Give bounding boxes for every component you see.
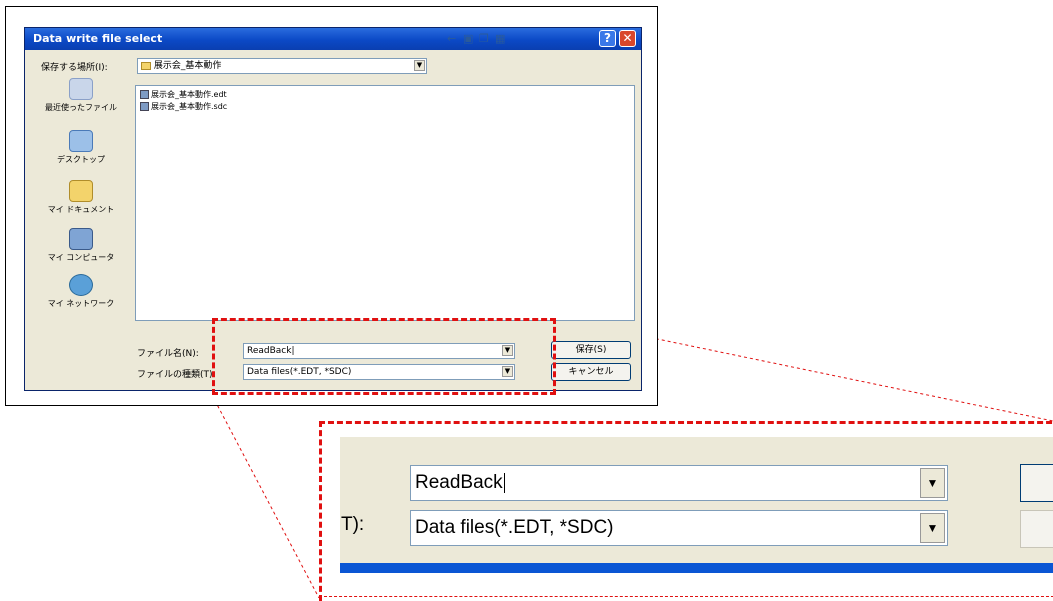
chevron-down-icon[interactable]: ▼ — [920, 468, 945, 498]
view-menu-icon[interactable]: ▦ — [495, 32, 505, 45]
network-icon — [69, 274, 93, 296]
list-item[interactable]: 展示会_基本動作.sdc — [140, 101, 227, 112]
zoom-filetype-label: T): — [341, 514, 365, 535]
close-icon[interactable]: ✕ — [619, 30, 636, 47]
place-label: 最近使ったファイル — [45, 103, 117, 112]
dialog-title: Data write file select — [33, 32, 163, 45]
save-in-value: 展示会_基本動作 — [153, 61, 222, 71]
file-icon — [140, 102, 149, 111]
chevron-down-icon[interactable]: ▼ — [414, 60, 425, 71]
zoom-filetype-select[interactable]: Data files(*.EDT, *SDC) ▼ — [410, 510, 948, 546]
up-folder-icon[interactable]: ▣ — [463, 32, 473, 45]
back-icon[interactable]: ← — [447, 32, 456, 45]
places-bar: 最近使ったファイル デスクトップ マイ ドキュメント マイ コンピュータ マイ … — [31, 78, 131, 338]
save-button[interactable]: 保存(S) — [551, 341, 631, 359]
place-label: マイ ネットワーク — [47, 299, 115, 308]
recent-files-icon — [69, 78, 93, 100]
zoom-cancel-button[interactable] — [1020, 510, 1053, 548]
zoom-bottom-edge — [319, 596, 1053, 597]
new-folder-icon[interactable]: ❐ — [479, 32, 489, 45]
place-label: マイ ドキュメント — [47, 205, 115, 214]
zoom-save-button[interactable] — [1020, 464, 1053, 502]
place-desktop[interactable]: デスクトップ — [31, 130, 131, 165]
save-in-label: 保存する場所(I): — [41, 63, 108, 73]
place-network[interactable]: マイ ネットワーク — [31, 274, 131, 309]
file-list[interactable]: 展示会_基本動作.edt 展示会_基本動作.sdc — [135, 85, 635, 321]
place-recent[interactable]: 最近使ったファイル — [31, 78, 131, 113]
place-documents[interactable]: マイ ドキュメント — [31, 180, 131, 215]
zoom-taskbar-strip — [340, 563, 1053, 573]
file-icon — [140, 90, 149, 99]
my-documents-icon — [69, 180, 93, 202]
filename-label: ファイル名(N): — [137, 349, 199, 359]
folder-icon — [141, 61, 151, 70]
text-cursor — [503, 472, 505, 493]
place-computer[interactable]: マイ コンピュータ — [31, 228, 131, 263]
list-item[interactable]: 展示会_基本動作.edt — [140, 89, 227, 100]
filetype-label: ファイルの種類(T): — [137, 370, 216, 380]
zoom-filename-input[interactable]: ReadBack ▼ — [410, 465, 948, 501]
chevron-down-icon[interactable]: ▼ — [920, 513, 945, 543]
highlight-box — [212, 318, 556, 395]
place-label: マイ コンピュータ — [47, 253, 115, 262]
desktop-icon — [69, 130, 93, 152]
cancel-button[interactable]: キャンセル — [551, 363, 631, 381]
place-label: デスクトップ — [57, 155, 105, 164]
my-computer-icon — [69, 228, 93, 250]
save-in-dropdown[interactable]: 展示会_基本動作 ▼ — [137, 58, 427, 74]
title-bar[interactable]: Data write file select ? ✕ — [25, 28, 641, 50]
help-icon[interactable]: ? — [599, 30, 616, 47]
